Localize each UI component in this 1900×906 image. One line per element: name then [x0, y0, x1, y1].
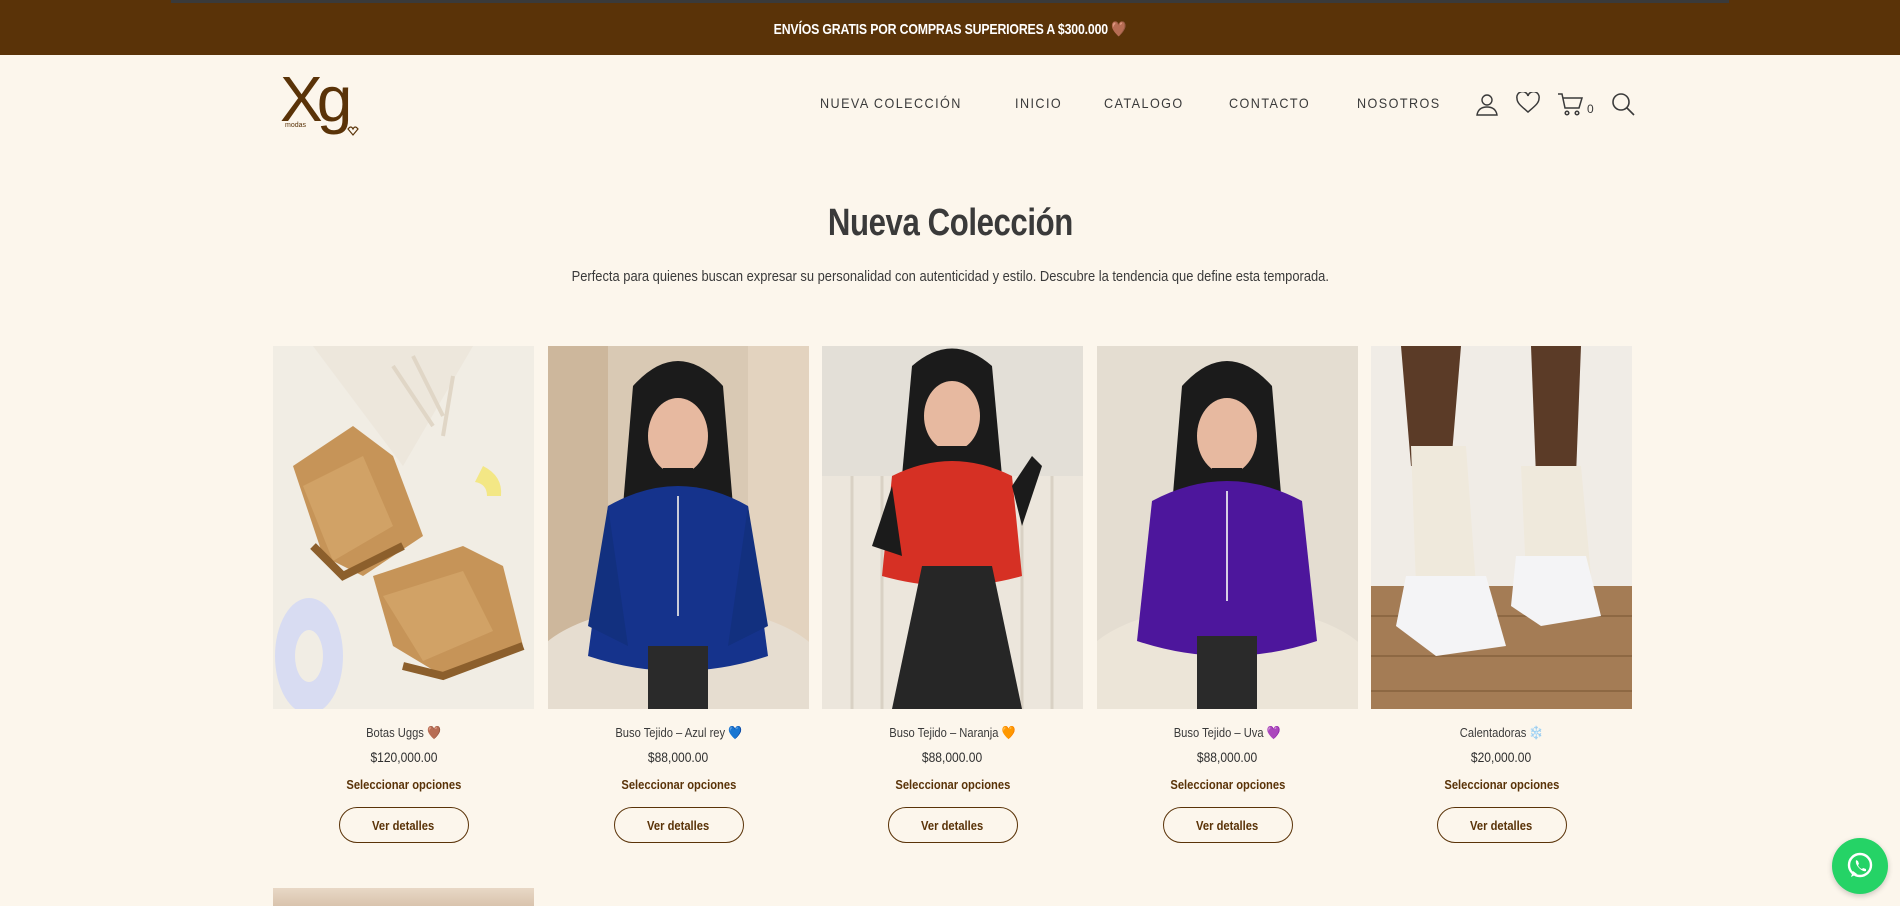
select-options-link[interactable]: Seleccionar opciones — [548, 777, 809, 792]
select-options-link[interactable]: Seleccionar opciones — [273, 777, 534, 792]
main-nav: NUEVA COLECCIÓN INICIO CATALOGO CONTACTO… — [820, 95, 1486, 111]
heart-icon[interactable] — [1516, 90, 1540, 119]
page-subtitle: Perfecta para quienes buscan expresar su… — [571, 268, 1329, 285]
view-details-button[interactable]: Ver detalles — [1162, 807, 1293, 843]
cart-icon[interactable] — [1557, 92, 1584, 121]
whatsapp-icon — [1847, 852, 1873, 878]
product-image-purple-sweater[interactable] — [1097, 346, 1358, 709]
next-product-image[interactable] — [273, 888, 534, 906]
page-title: Nueva Colección — [827, 202, 1073, 244]
select-options-link[interactable]: Seleccionar opciones — [1097, 777, 1358, 792]
product-price: $88,000.00 — [648, 749, 709, 765]
product-image-blue-sweater[interactable] — [548, 346, 809, 709]
select-options-link[interactable]: Seleccionar opciones — [1371, 777, 1632, 792]
brand-logo[interactable]: Xg modas — [280, 63, 364, 143]
product-price: $88,000.00 — [922, 749, 983, 765]
select-options-link[interactable]: Seleccionar opciones — [822, 777, 1083, 792]
user-icon[interactable] — [1475, 92, 1499, 121]
svg-text:modas: modas — [285, 122, 307, 129]
product-name[interactable]: Botas Uggs 🤎 — [273, 725, 534, 741]
product-price: $88,000.00 — [1197, 749, 1258, 765]
nav-item-nosotros[interactable]: NOSOTROS — [1357, 95, 1441, 111]
product-name[interactable]: Buso Tejido – Uva 💜 — [1097, 725, 1358, 741]
view-details-button[interactable]: Ver detalles — [887, 807, 1018, 843]
product-card: Calentadoras ❄️ $20,000.00 Seleccionar o… — [1371, 346, 1632, 843]
product-card: Buso Tejido – Azul rey 💙 $88,000.00 Sele… — [548, 346, 809, 843]
promo-banner: ENVÍOS GRATIS POR COMPRAS SUPERIORES A $… — [0, 0, 1900, 55]
product-card: Buso Tejido – Naranja 🧡 $88,000.00 Selec… — [822, 346, 1083, 843]
product-price: $120,000.00 — [370, 749, 437, 765]
product-image-leg-warmers[interactable] — [1371, 346, 1632, 709]
product-card: Buso Tejido – Uva 💜 $88,000.00 Seleccion… — [1097, 346, 1358, 843]
nav-item-catalogo[interactable]: CATALOGO — [1104, 95, 1184, 111]
product-name[interactable]: Buso Tejido – Naranja 🧡 — [822, 725, 1083, 741]
view-details-button[interactable]: Ver detalles — [1436, 807, 1567, 843]
cart-count: 0 — [1587, 102, 1594, 116]
search-icon[interactable] — [1611, 92, 1635, 121]
nav-item-inicio[interactable]: INICIO — [1015, 95, 1062, 111]
promo-banner-text: ENVÍOS GRATIS POR COMPRAS SUPERIORES A $… — [171, 0, 1729, 55]
view-details-button[interactable]: Ver detalles — [338, 807, 469, 843]
whatsapp-button[interactable] — [1832, 838, 1888, 894]
product-name[interactable]: Buso Tejido – Azul rey 💙 — [548, 725, 809, 741]
view-details-button[interactable]: Ver detalles — [613, 807, 744, 843]
product-card: Botas Uggs 🤎 $120,000.00 Seleccionar opc… — [273, 346, 534, 843]
nav-item-contacto[interactable]: CONTACTO — [1229, 95, 1310, 111]
product-name[interactable]: Calentadoras ❄️ — [1371, 725, 1632, 741]
product-image-boots[interactable] — [273, 346, 534, 709]
product-price: $20,000.00 — [1471, 749, 1532, 765]
nav-item-nueva-coleccion[interactable]: NUEVA COLECCIÓN — [820, 95, 962, 111]
product-image-orange-sweater[interactable] — [822, 346, 1083, 709]
